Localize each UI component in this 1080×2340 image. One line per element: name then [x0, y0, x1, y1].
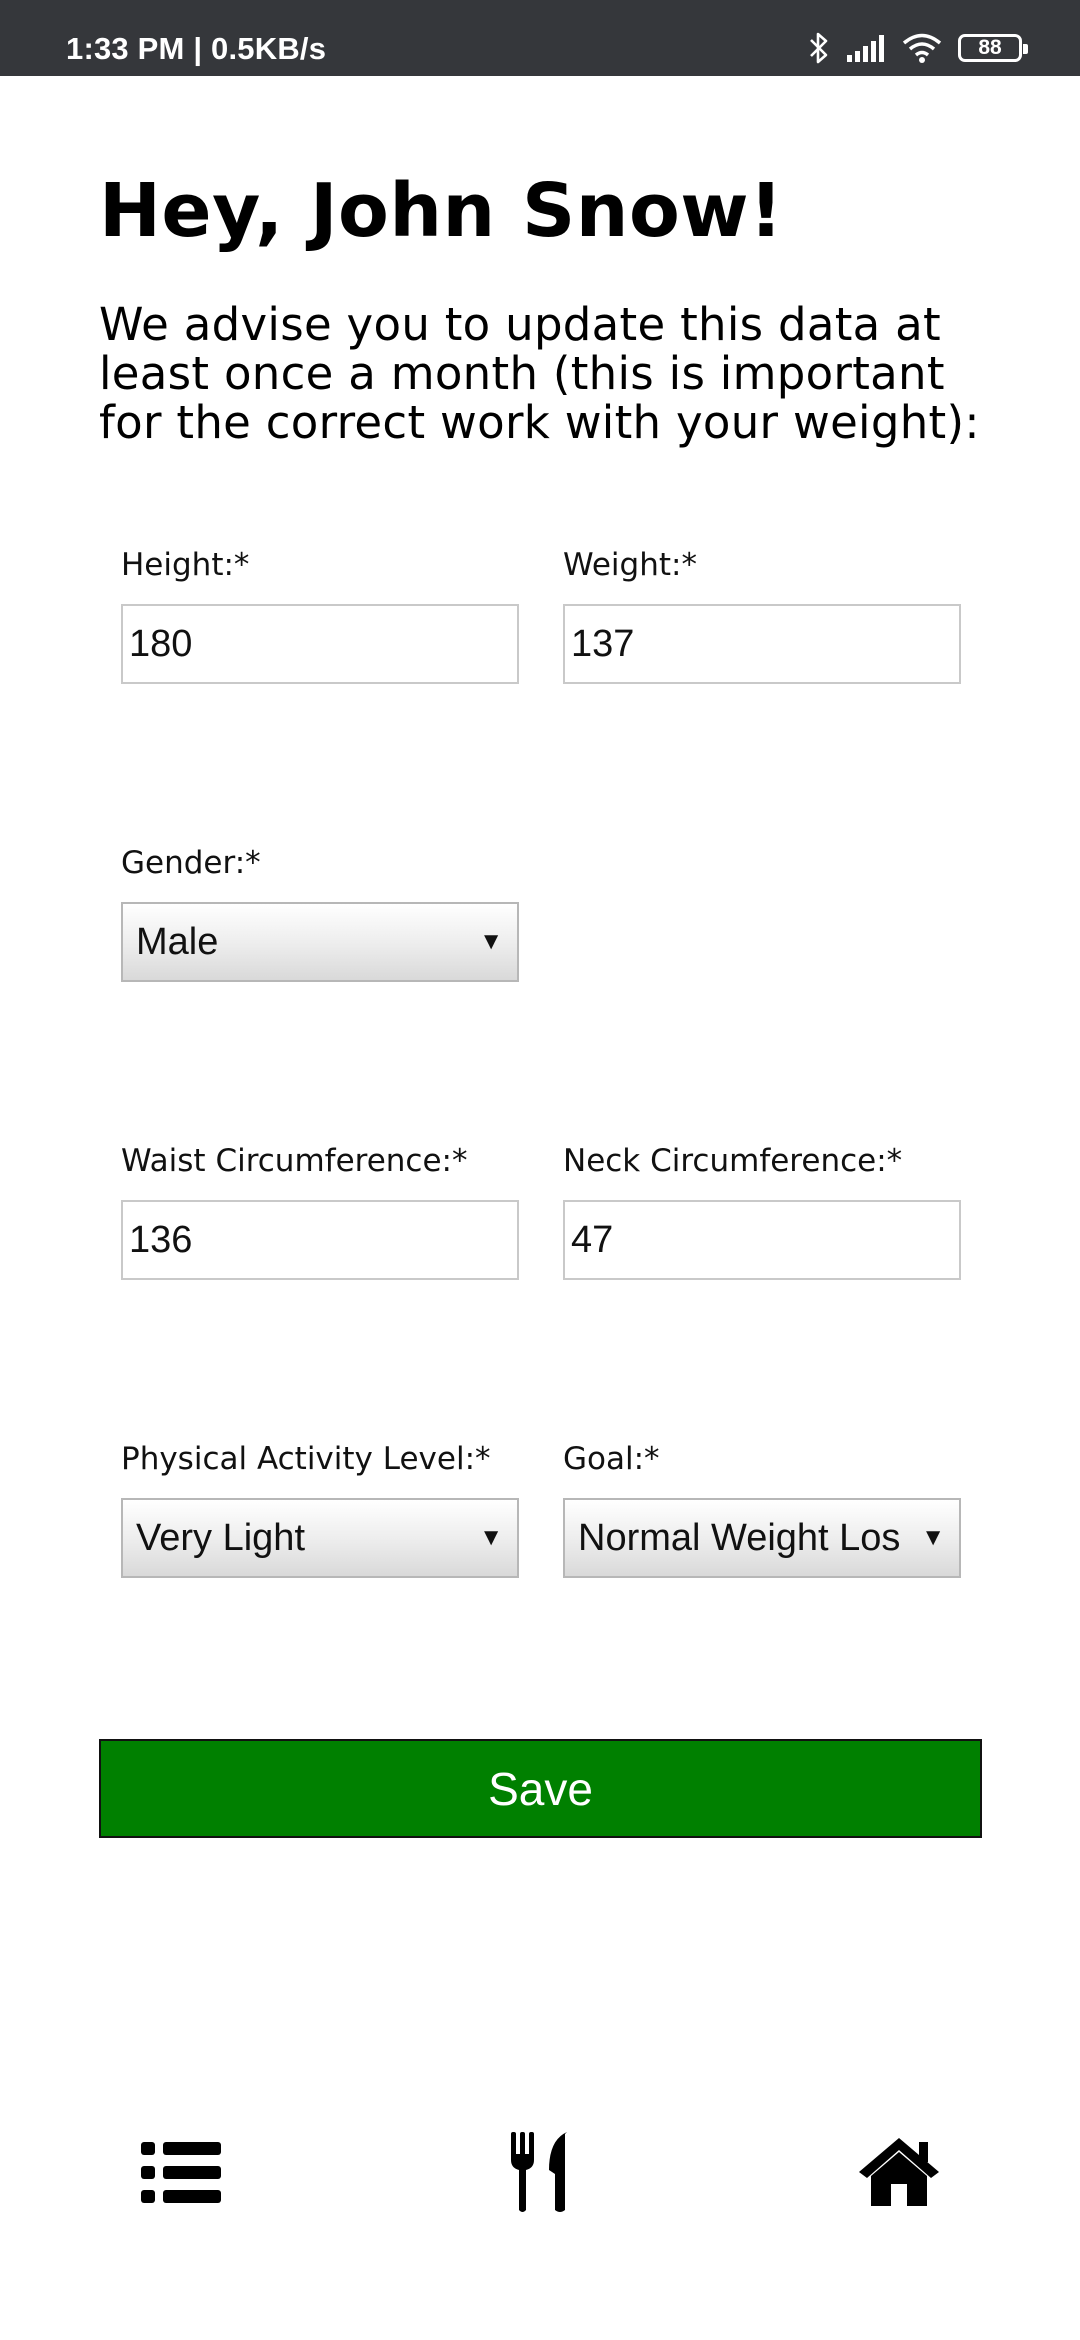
list-icon[interactable]: [139, 2130, 223, 2214]
fork-knife-icon[interactable]: [499, 2130, 583, 2214]
battery-level: 88: [978, 36, 1002, 59]
wifi-icon: [902, 33, 942, 63]
height-value: 180: [129, 622, 193, 665]
weight-label: Weight:*: [563, 547, 697, 583]
activity-label: Physical Activity Level:*: [121, 1441, 491, 1477]
gender-select[interactable]: Male ▼: [121, 902, 519, 982]
activity-select[interactable]: Very Light ▼: [121, 1498, 519, 1578]
weight-input[interactable]: 137: [563, 604, 961, 684]
neck-value: 47: [571, 1218, 614, 1261]
gender-value: Male: [136, 921, 219, 963]
save-button[interactable]: Save: [99, 1739, 982, 1838]
goal-select[interactable]: Normal Weight Los ▼: [563, 1498, 961, 1578]
neck-input[interactable]: 47: [563, 1200, 961, 1280]
activity-value: Very Light: [136, 1517, 305, 1559]
intro-text: We advise you to update this data at lea…: [99, 298, 980, 449]
cellular-signal-icon: [847, 35, 884, 62]
battery-icon: 88: [958, 34, 1028, 62]
waist-input[interactable]: 136: [121, 1200, 519, 1280]
neck-label: Neck Circumference:*: [563, 1143, 903, 1179]
status-time: 1:33 PM | 0.5KB/s: [66, 31, 327, 66]
waist-label: Waist Circumference:*: [121, 1143, 468, 1179]
gender-label: Gender:*: [121, 845, 261, 881]
status-icons: 88: [808, 28, 1028, 68]
goal-label: Goal:*: [563, 1441, 660, 1477]
chevron-down-icon: ▼: [479, 1524, 503, 1551]
page-title: Hey, John Snow!: [99, 168, 784, 254]
chevron-down-icon: ▼: [479, 928, 503, 955]
chevron-down-icon: ▼: [921, 1524, 945, 1551]
weight-value: 137: [571, 622, 635, 665]
height-label: Height:*: [121, 547, 250, 583]
waist-value: 136: [129, 1218, 193, 1261]
height-input[interactable]: 180: [121, 604, 519, 684]
goal-value: Normal Weight Los: [578, 1517, 901, 1559]
home-icon[interactable]: [857, 2130, 941, 2214]
bluetooth-icon: [810, 32, 828, 64]
status-bar: 1:33 PM | 0.5KB/s 88: [0, 0, 1080, 76]
